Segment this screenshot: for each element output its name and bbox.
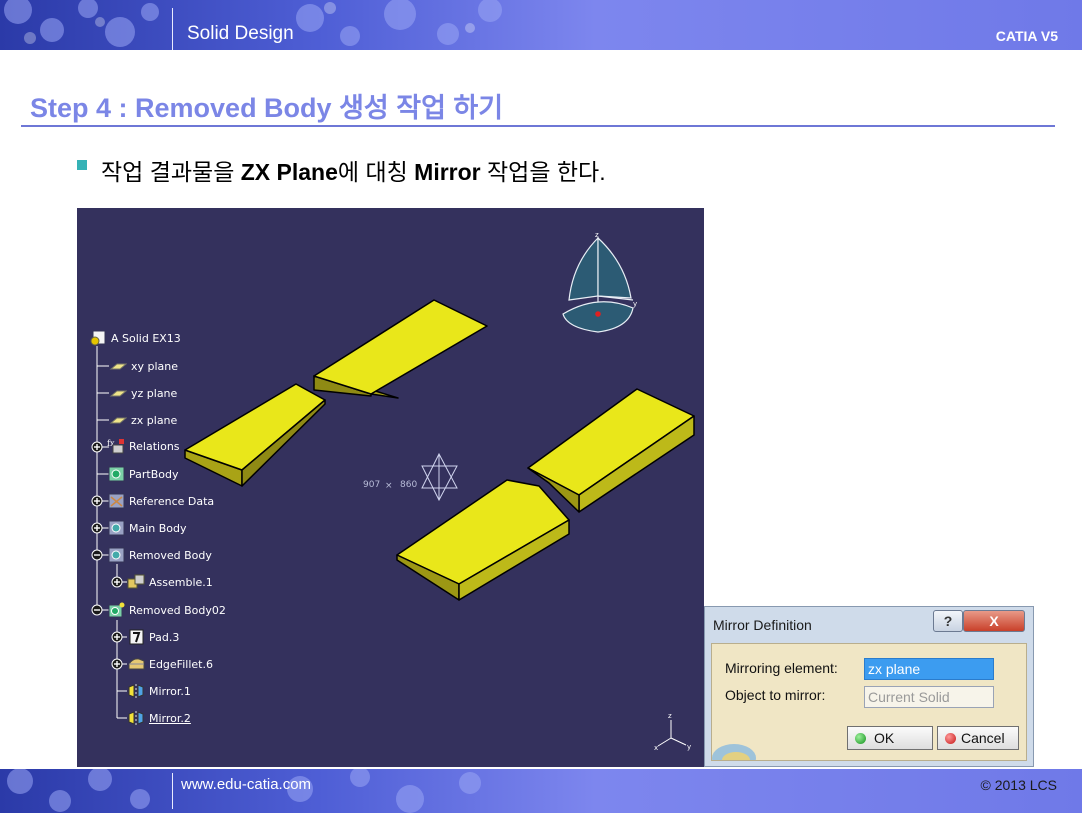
footer-url: www.edu-catia.com bbox=[181, 776, 312, 793]
mini-x-label: x bbox=[654, 744, 658, 752]
close-button[interactable]: X bbox=[963, 610, 1025, 632]
compass-z-label: z bbox=[595, 231, 599, 239]
solid-top[interactable] bbox=[313, 299, 488, 399]
ok-button[interactable]: OK bbox=[847, 726, 933, 750]
tree-item-root[interactable]: A Solid EX13 bbox=[89, 329, 181, 347]
tree-item-xy-plane[interactable]: xy plane bbox=[109, 357, 178, 375]
plane-icon bbox=[109, 385, 128, 401]
relations-icon: fx bbox=[107, 438, 125, 454]
header-brand: CATIA V5 bbox=[995, 28, 1058, 44]
cancel-label: Cancel bbox=[961, 730, 1005, 746]
cancel-button[interactable]: Cancel bbox=[937, 726, 1019, 750]
fillet-icon bbox=[127, 656, 145, 672]
tree-item-yz-plane[interactable]: yz plane bbox=[109, 384, 177, 402]
dialog-body: Mirroring element: zx plane Object to mi… bbox=[711, 643, 1027, 761]
help-button[interactable]: ? bbox=[933, 610, 963, 632]
tree-item-pad-3[interactable]: Pad.3 bbox=[127, 628, 179, 646]
footer-divider bbox=[172, 773, 173, 809]
bullet-square-icon bbox=[77, 160, 87, 170]
footer-band bbox=[0, 769, 1082, 813]
tree-label: Main Body bbox=[129, 521, 187, 535]
object-to-mirror-field[interactable]: Current Solid bbox=[864, 686, 994, 708]
tree-item-edgefillet-6[interactable]: EdgeFillet.6 bbox=[127, 655, 213, 673]
header-divider bbox=[172, 8, 173, 50]
part-icon bbox=[89, 330, 107, 346]
tree-label: Assemble.1 bbox=[149, 575, 213, 589]
compass-y-label: y bbox=[633, 300, 637, 308]
tree-item-partbody[interactable]: PartBody bbox=[107, 465, 178, 483]
body-icon bbox=[107, 602, 125, 618]
tree-label: A Solid EX13 bbox=[111, 331, 181, 345]
instruction-mirror: Mirror bbox=[414, 159, 481, 185]
tree-item-mirror-1[interactable]: Mirror.1 bbox=[127, 682, 191, 700]
dialog-title: Mirror Definition bbox=[713, 617, 812, 633]
tree-label: zx plane bbox=[131, 413, 178, 427]
mirroring-element-label: Mirroring element: bbox=[725, 660, 838, 676]
coord-cross-icon: × bbox=[385, 481, 393, 491]
plane-marker-icon bbox=[421, 452, 458, 502]
plane-icon bbox=[109, 358, 128, 374]
cancel-dot-icon bbox=[945, 732, 956, 744]
body-icon bbox=[107, 493, 125, 509]
ok-label: OK bbox=[874, 730, 895, 746]
page-title: Step 4 : Removed Body 생성 작업 하기 bbox=[30, 93, 504, 123]
mini-z-label: z bbox=[668, 712, 672, 720]
mirror-icon bbox=[127, 683, 145, 699]
tree-label: PartBody bbox=[129, 467, 179, 481]
tree-label: yz plane bbox=[131, 386, 178, 400]
solid-bottom[interactable] bbox=[396, 479, 570, 601]
header-title: Solid Design bbox=[187, 23, 294, 44]
instruction-part1: 작업 결과물을 bbox=[101, 159, 241, 185]
body-icon bbox=[107, 466, 125, 482]
coord-y-readout: 860 bbox=[400, 480, 417, 490]
assemble-icon bbox=[127, 574, 145, 590]
title-rule bbox=[21, 125, 1055, 127]
tree-item-main-body[interactable]: Main Body bbox=[107, 519, 187, 537]
tree-item-zx-plane[interactable]: zx plane bbox=[109, 411, 177, 429]
pad-icon bbox=[127, 629, 145, 645]
ok-dot-icon bbox=[855, 732, 866, 744]
dialog-logo-icon bbox=[712, 744, 756, 760]
tree-label: Mirror.1 bbox=[149, 684, 191, 698]
tree-label: Relations bbox=[129, 439, 180, 453]
body-icon bbox=[107, 547, 125, 563]
catia-3d-viewport[interactable]: z y 907 × 860 z x y A Solid EX13 xy plan… bbox=[77, 208, 704, 767]
object-to-mirror-label: Object to mirror: bbox=[725, 687, 826, 703]
instruction-text: 작업 결과물을 ZX Plane에 대칭 Mirror 작업을 한다. bbox=[101, 153, 606, 187]
instruction-plane: ZX Plane bbox=[240, 159, 338, 185]
tree-label: Pad.3 bbox=[149, 630, 180, 644]
solid-right[interactable] bbox=[527, 388, 695, 513]
mirroring-element-field[interactable]: zx plane bbox=[864, 658, 994, 680]
compass-icon[interactable] bbox=[562, 236, 634, 333]
tree-item-relations[interactable]: fx Relations bbox=[107, 437, 180, 455]
tree-label: Reference Data bbox=[129, 494, 215, 508]
tree-label: Removed Body02 bbox=[129, 603, 226, 617]
instruction-part3: 작업을 한다. bbox=[480, 159, 606, 185]
mini-y-label: y bbox=[687, 743, 691, 751]
tree-label: EdgeFillet.6 bbox=[149, 657, 213, 671]
body-icon bbox=[107, 520, 125, 536]
tree-item-removed-body02[interactable]: Removed Body02 bbox=[107, 601, 226, 619]
tree-item-reference-data[interactable]: Reference Data bbox=[107, 492, 214, 510]
tree-label: Removed Body bbox=[129, 548, 212, 562]
header-band bbox=[0, 0, 1082, 50]
tree-item-removed-body[interactable]: Removed Body bbox=[107, 546, 212, 564]
plane-icon bbox=[109, 412, 128, 428]
footer-copyright: © 2013 LCS bbox=[980, 777, 1057, 793]
tree-item-assemble-1[interactable]: Assemble.1 bbox=[127, 573, 213, 591]
tree-label: xy plane bbox=[131, 359, 179, 373]
tree-label: Mirror.2 bbox=[149, 711, 191, 725]
coord-x-readout: 907 bbox=[363, 480, 380, 490]
mirror-icon bbox=[127, 710, 145, 726]
instruction-part2: 에 대칭 bbox=[337, 159, 415, 185]
mini-axes-icon bbox=[657, 720, 687, 747]
tree-item-mirror-2[interactable]: Mirror.2 bbox=[127, 709, 191, 727]
mirror-definition-dialog: Mirror Definition ? X Mirroring element:… bbox=[704, 606, 1034, 767]
solid-left[interactable] bbox=[184, 383, 326, 487]
